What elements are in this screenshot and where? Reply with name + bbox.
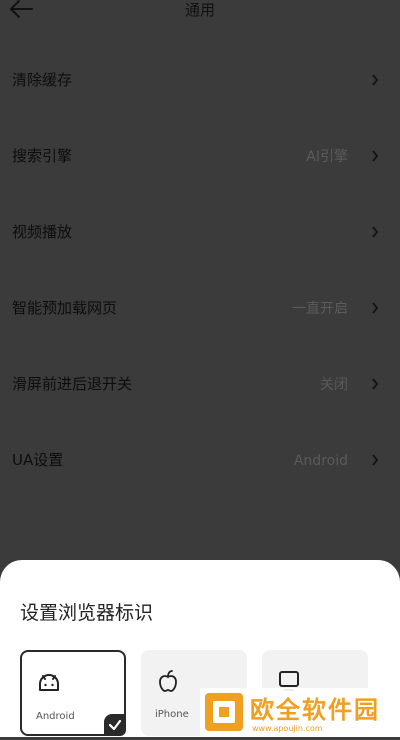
setting-value: AI引擎 — [306, 149, 348, 165]
chevron-right-icon — [372, 378, 379, 390]
apple-icon — [159, 670, 177, 692]
chevron-right-icon — [372, 74, 379, 86]
setting-label: 清除缓存 — [12, 71, 73, 89]
watermark: 欧全软件园 www.apoujin.com — [200, 688, 400, 737]
header: 通用 — [0, 0, 400, 28]
setting-value: 关闭 — [320, 377, 348, 393]
ua-option-label: iPhone — [155, 709, 189, 720]
setting-row-clear-cache[interactable]: 清除缓存 — [0, 42, 400, 118]
ua-option-android[interactable]: Android — [20, 650, 126, 736]
ua-option-label: Android — [36, 711, 75, 722]
chevron-right-icon — [372, 150, 379, 162]
page-title: 通用 — [184, 1, 215, 19]
setting-label: 搜索引擎 — [12, 147, 73, 165]
setting-row-swipe-nav[interactable]: 滑屏前进后退开关 关闭 — [0, 346, 400, 422]
settings-list: 清除缓存 搜索引擎 AI引擎 视频播放 智能预加载网页 一直开启 滑屏前进后退开… — [0, 42, 400, 498]
setting-row-ua[interactable]: UA设置 Android — [0, 422, 400, 498]
setting-value: Android — [293, 453, 348, 469]
watermark-text: 欧全软件园 — [250, 696, 380, 724]
setting-label: 视频播放 — [12, 223, 73, 241]
watermark-url: www.apoujin.com — [252, 724, 323, 733]
setting-row-preload[interactable]: 智能预加载网页 一直开启 — [0, 270, 400, 346]
chevron-right-icon — [372, 226, 379, 238]
sheet-title: 设置浏览器标识 — [20, 602, 154, 624]
setting-row-search-engine[interactable]: 搜索引擎 AI引擎 — [0, 118, 400, 194]
android-icon — [39, 674, 59, 691]
setting-label: UA设置 — [12, 451, 64, 469]
chevron-right-icon — [372, 302, 379, 314]
setting-label: 智能预加载网页 — [12, 299, 118, 317]
setting-label: 滑屏前进后退开关 — [12, 375, 133, 393]
chevron-right-icon — [372, 454, 379, 466]
setting-row-video-playback[interactable]: 视频播放 — [0, 194, 400, 270]
watermark-logo-icon — [205, 693, 243, 731]
setting-value: 一直开启 — [292, 301, 348, 317]
check-icon — [104, 714, 126, 736]
